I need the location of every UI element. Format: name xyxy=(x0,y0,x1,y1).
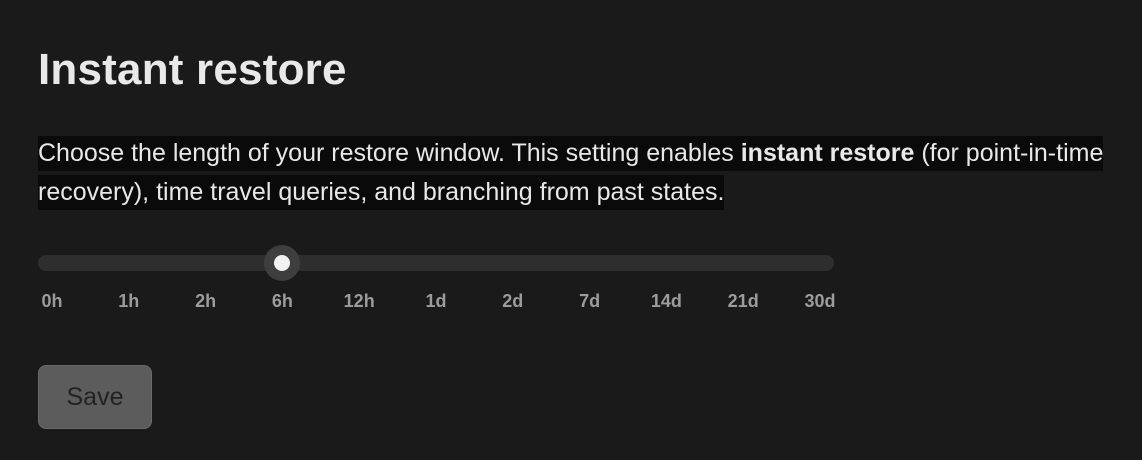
slider-tick-label[interactable]: 1h xyxy=(118,290,139,312)
save-button[interactable]: Save xyxy=(38,365,152,429)
description-text: Choose the length of your restore window… xyxy=(38,139,741,167)
slider-thumb[interactable] xyxy=(264,245,301,281)
description-highlight: Choose the length of your restore window… xyxy=(38,136,1104,210)
slider-tick-label[interactable]: 7d xyxy=(579,290,600,312)
restore-window-slider[interactable] xyxy=(38,245,834,281)
slider-tick-label[interactable]: 2d xyxy=(502,290,523,312)
slider-tick-label[interactable]: 21d xyxy=(728,290,759,312)
slider-tick-label[interactable]: 6h xyxy=(272,290,293,312)
slider-track[interactable] xyxy=(38,255,834,271)
slider-tick-label[interactable]: 14d xyxy=(651,290,682,312)
slider-tick-label[interactable]: 2h xyxy=(195,290,216,312)
slider-tick-label[interactable]: 30d xyxy=(804,290,835,312)
page-title: Instant restore xyxy=(38,45,347,94)
description-bold: instant restore xyxy=(740,139,915,167)
slider-tick-label[interactable]: 0h xyxy=(41,290,62,312)
slider-tick-labels: 0h 1h 2h 6h 12h 1d 2d 7d 14d 21d 30d xyxy=(38,290,835,314)
slider-tick-label[interactable]: 12h xyxy=(344,290,375,312)
slider-tick-label[interactable]: 1d xyxy=(425,290,446,312)
description: Choose the length of your restore window… xyxy=(38,134,1134,212)
